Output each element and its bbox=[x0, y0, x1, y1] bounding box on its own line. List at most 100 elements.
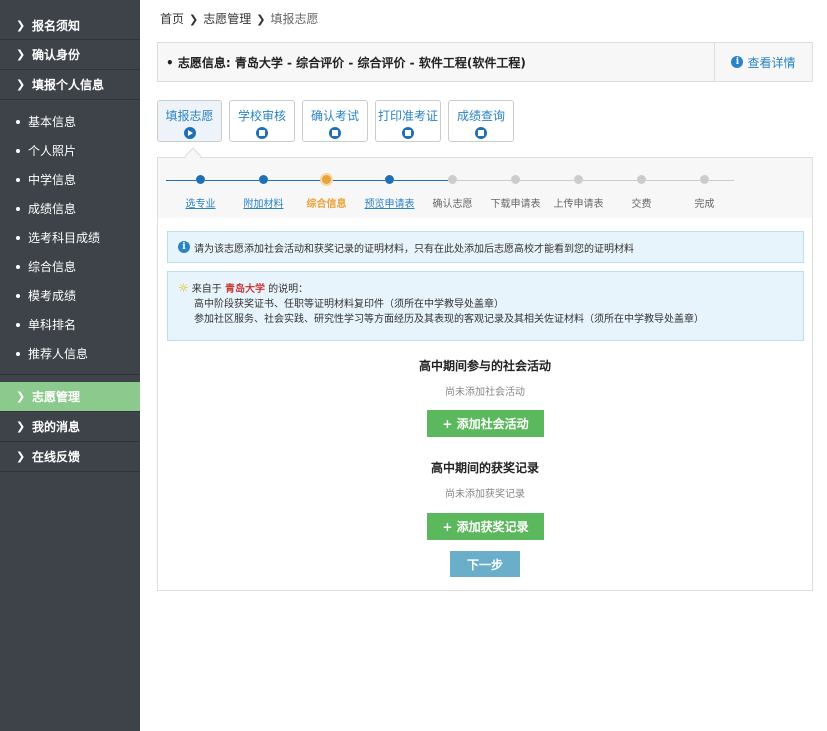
tab-label: 填报志愿 bbox=[165, 109, 214, 123]
chevron-right-icon: ❯ bbox=[16, 78, 26, 91]
bullet-icon bbox=[16, 293, 20, 298]
application-panel: 选专业 附加材料 综合信息 预览申请表 确认志愿 下载申请表 上传申请表 交费 完成 i 请为该… bbox=[157, 157, 813, 591]
sidebar-item-messages[interactable]: ❯ 我的消息 bbox=[0, 412, 140, 442]
chevron-right-icon: ❯ bbox=[16, 19, 26, 32]
add-activity-button[interactable]: + 添加社会活动 bbox=[427, 410, 544, 437]
step-connector bbox=[646, 180, 700, 181]
process-tabs: 填报志愿 学校审核 确认考试 打印准考证 成绩查询 bbox=[157, 100, 521, 142]
instruction-line: 高中阶段获奖证书、任职等证明材料复印件（须所在中学教导处盖章） bbox=[194, 299, 504, 310]
hourglass-icon bbox=[329, 127, 341, 139]
main-content: 首页 ❯ 志愿管理 ❯ 填报志愿 • 志愿信息: 青岛大学 - 综合评价 - 综合评价 … bbox=[140, 0, 827, 731]
sidebar-subitem-label: 模考成绩 bbox=[28, 289, 77, 303]
step-connector bbox=[520, 180, 574, 181]
step-node bbox=[448, 175, 457, 184]
sidebar-item-confirm-identity[interactable]: ❯ 确认身份 bbox=[0, 40, 140, 70]
sidebar-item-notice[interactable]: ❯ 报名须知 bbox=[0, 0, 140, 40]
sidebar-item-label: 确认身份 bbox=[32, 48, 81, 62]
chevron-right-icon: ❯ bbox=[16, 390, 26, 403]
breadcrumb-current: 填报志愿 bbox=[270, 12, 319, 26]
sidebar-subitem-label: 选考科目成绩 bbox=[28, 231, 101, 245]
sidebar-subitem-subject-rank[interactable]: 单科排名 bbox=[0, 310, 140, 339]
activities-title: 高中期间参与的社会活动 bbox=[418, 359, 551, 373]
step-connector bbox=[709, 180, 734, 181]
bullet-icon bbox=[16, 322, 20, 327]
awards-title: 高中期间的获奖记录 bbox=[430, 461, 539, 475]
application-info: • 志愿信息: 青岛大学 - 综合评价 - 综合评价 - 软件工程(软件工程) bbox=[166, 55, 526, 70]
step-label[interactable]: 选专业 bbox=[166, 195, 236, 210]
info-icon: i bbox=[178, 241, 190, 253]
sidebar-subitem-elective-grades[interactable]: 选考科目成绩 bbox=[0, 223, 140, 252]
chevron-right-icon: ❯ bbox=[16, 450, 26, 463]
step-node bbox=[574, 175, 583, 184]
sidebar-item-application-management[interactable]: ❯ 志愿管理 bbox=[0, 382, 140, 412]
instructions-suffix: 的说明： bbox=[264, 284, 309, 295]
add-award-button[interactable]: + 添加获奖记录 bbox=[427, 513, 544, 540]
chevron-right-icon: ❯ bbox=[16, 420, 26, 433]
sidebar-subitem-comprehensive-info[interactable]: 综合信息 bbox=[0, 252, 140, 281]
step-node bbox=[700, 175, 709, 184]
sidebar-subitem-label: 个人照片 bbox=[28, 144, 77, 158]
breadcrumb-home[interactable]: 首页 bbox=[160, 12, 184, 26]
info-icon: i bbox=[731, 56, 744, 68]
hourglass-icon bbox=[402, 127, 414, 139]
evidence-tip-text: 请为该志愿添加社会活动和获奖记录的证明材料，只有在此处添加后志愿高校才能看到您的… bbox=[194, 243, 634, 255]
bullet-icon bbox=[16, 351, 20, 356]
sidebar-subitem-label: 综合信息 bbox=[28, 260, 77, 274]
tab-label: 确认考试 bbox=[310, 109, 359, 123]
step-label[interactable]: 附加材料 bbox=[229, 195, 299, 210]
step-node bbox=[196, 175, 205, 184]
tab-school-review[interactable]: 学校审核 bbox=[229, 100, 295, 142]
play-icon bbox=[183, 127, 196, 139]
awards-empty-text: 尚未添加获奖记录 bbox=[445, 489, 525, 500]
sidebar-subitem-photo[interactable]: 个人照片 bbox=[0, 136, 140, 165]
step-connector bbox=[457, 180, 511, 181]
step-label: 上传申请表 bbox=[553, 199, 604, 210]
chevron-right-icon: ❯ bbox=[256, 13, 266, 26]
view-details-button[interactable]: i 查看详情 bbox=[714, 43, 812, 81]
step-connector bbox=[166, 180, 196, 181]
sidebar-subitem-mock-exam[interactable]: 模考成绩 bbox=[0, 281, 140, 310]
sidebar-subitem-school-info[interactable]: 中学信息 bbox=[0, 165, 140, 194]
instructions-prefix: 来自于 bbox=[191, 284, 225, 295]
sidebar-subitem-basic-info[interactable]: 基本信息 bbox=[0, 107, 140, 136]
step-connector bbox=[205, 180, 259, 181]
evidence-tip: i 请为该志愿添加社会活动和获奖记录的证明材料，只有在此处添加后志愿高校才能看到… bbox=[167, 231, 804, 263]
tab-print-admission-ticket[interactable]: 打印准考证 bbox=[375, 100, 441, 142]
step-connector bbox=[394, 180, 448, 181]
step-label: 确认志愿 bbox=[432, 199, 473, 210]
bullet-icon bbox=[16, 264, 20, 269]
breadcrumb-section[interactable]: 志愿管理 bbox=[203, 12, 251, 26]
tab-fill-application[interactable]: 填报志愿 bbox=[157, 100, 222, 142]
breadcrumb: 首页 ❯ 志愿管理 ❯ 填报志愿 bbox=[160, 10, 318, 27]
tab-score-query[interactable]: 成绩查询 bbox=[448, 100, 514, 142]
sidebar-item-label: 我的消息 bbox=[32, 420, 81, 434]
bullet-icon bbox=[16, 148, 20, 153]
instruction-line: 参加社区服务、社会实践、研究性学习等方面经历及其表现的客观记录及其相关佐证材料（… bbox=[194, 314, 704, 325]
sidebar: ❯ 报名须知 ❯ 确认身份 ❯ 填报个人信息 基本信息 个人照片 中学信息 成绩信息 … bbox=[0, 0, 140, 731]
sidebar-subitem-label: 推荐人信息 bbox=[28, 347, 89, 361]
sidebar-submenu: 基本信息 个人照片 中学信息 成绩信息 选考科目成绩 综合信息 模考成绩 单科排… bbox=[0, 100, 140, 375]
sidebar-item-label: 填报个人信息 bbox=[32, 78, 105, 92]
step-connector bbox=[583, 180, 637, 181]
sidebar-subitem-grades[interactable]: 成绩信息 bbox=[0, 194, 140, 223]
sidebar-item-personal-info[interactable]: ❯ 填报个人信息 bbox=[0, 70, 140, 100]
bullet-icon bbox=[16, 235, 20, 240]
sidebar-item-label: 志愿管理 bbox=[32, 390, 81, 404]
step-node bbox=[385, 175, 394, 184]
bullet-icon bbox=[16, 177, 20, 182]
sidebar-item-feedback[interactable]: ❯ 在线反馈 bbox=[0, 442, 140, 472]
next-step-button[interactable]: 下一步 bbox=[450, 551, 520, 577]
sidebar-subitem-label: 单科排名 bbox=[28, 318, 77, 332]
step-node bbox=[637, 175, 646, 184]
step-connector bbox=[268, 180, 322, 181]
step-node bbox=[322, 175, 331, 184]
tab-confirm-exam[interactable]: 确认考试 bbox=[302, 100, 368, 142]
lightbulb-icon: ☼ bbox=[178, 281, 189, 295]
bullet-icon bbox=[16, 206, 20, 211]
tab-label: 学校审核 bbox=[237, 109, 286, 123]
progress-steps: 选专业 附加材料 综合信息 预览申请表 确认志愿 下载申请表 上传申请表 交费 完成 bbox=[158, 158, 812, 218]
sidebar-item-label: 报名须知 bbox=[32, 19, 81, 33]
sidebar-subitem-referee[interactable]: 推荐人信息 bbox=[0, 339, 140, 368]
step-label[interactable]: 预览申请表 bbox=[355, 195, 425, 210]
school-instructions-header: ☼ 来自于 青岛大学 的说明： bbox=[178, 281, 793, 297]
